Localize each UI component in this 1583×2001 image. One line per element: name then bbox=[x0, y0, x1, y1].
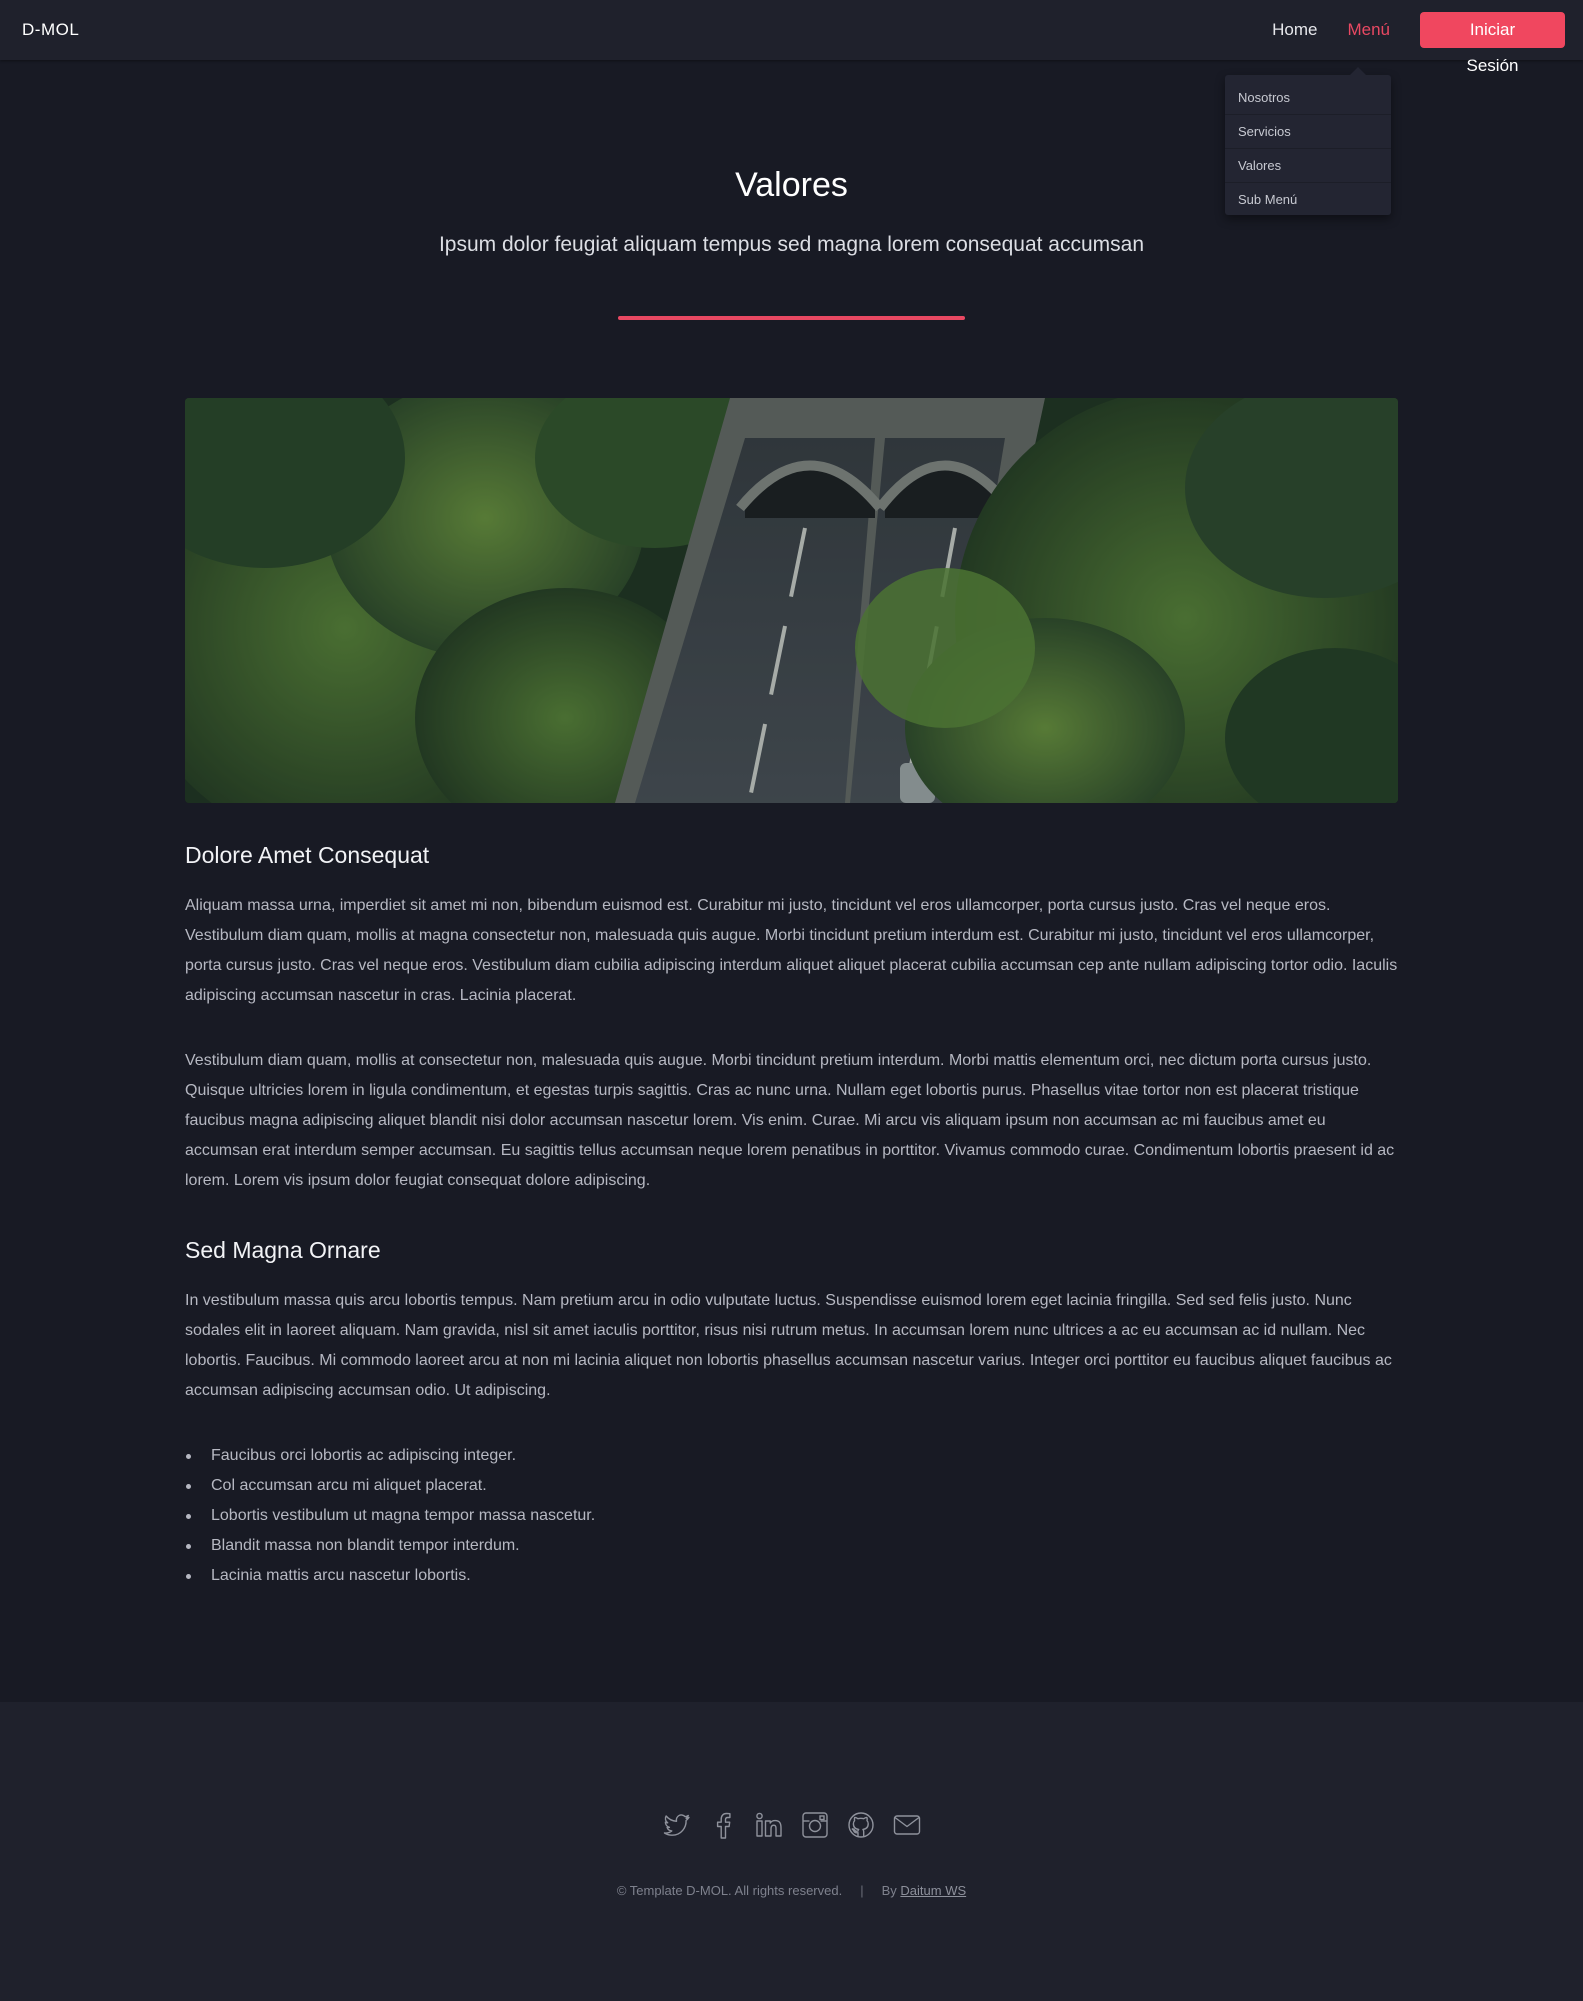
site-logo[interactable]: D-MOL bbox=[22, 0, 79, 60]
main-nav: Home Menú Iniciar Sesión bbox=[1272, 0, 1565, 75]
list-item: Blandit massa non blandit tempor interdu… bbox=[185, 1531, 1398, 1561]
nav-home-link[interactable]: Home bbox=[1272, 20, 1317, 40]
email-icon[interactable] bbox=[892, 1810, 922, 1840]
copyright-text: © Template D-MOL. All rights reserved. bbox=[616, 1883, 843, 1898]
dropdown-item-servicios[interactable]: Servicios bbox=[1225, 115, 1391, 149]
facebook-icon[interactable] bbox=[708, 1810, 738, 1840]
top-navbar: D-MOL Home Menú Iniciar Sesión bbox=[0, 0, 1583, 75]
by-label: By bbox=[881, 1883, 897, 1898]
github-icon[interactable] bbox=[846, 1810, 876, 1840]
twitter-icon[interactable] bbox=[662, 1810, 692, 1840]
list-item: Lacinia mattis arcu nascetur lobortis. bbox=[185, 1561, 1398, 1591]
banner-image bbox=[185, 398, 1398, 803]
login-button[interactable]: Iniciar Sesión bbox=[1420, 12, 1565, 75]
bullet-list: Faucibus orci lobortis ac adipiscing int… bbox=[185, 1441, 1398, 1591]
author-link[interactable]: Daitum WS bbox=[900, 1883, 966, 1898]
dropdown-item-nosotros[interactable]: Nosotros bbox=[1225, 81, 1391, 115]
footer: © Template D-MOL. All rights reserved. | B… bbox=[0, 1702, 1583, 2001]
accent-divider bbox=[618, 316, 965, 320]
page: D-MOL Home Menú Iniciar Sesión Nosotros … bbox=[0, 0, 1583, 2001]
section-title-2: Sed Magna Ornare bbox=[185, 1237, 381, 1263]
linkedin-icon[interactable] bbox=[754, 1810, 784, 1840]
paragraph-1: Aliquam massa urna, imperdiet sit amet m… bbox=[185, 897, 1398, 1004]
nav-menu-link[interactable]: Menú bbox=[1347, 20, 1390, 40]
section-title-1: Dolore Amet Consequat bbox=[185, 842, 430, 868]
copyright-line: © Template D-MOL. All rights reserved. | B… bbox=[0, 1883, 1583, 1898]
footer-separator: | bbox=[860, 1883, 864, 1898]
paragraph-2: Vestibulum diam quam, mollis at consecte… bbox=[185, 1052, 1395, 1189]
page-title: Valores bbox=[735, 166, 848, 204]
page-subtitle: Ipsum dolor feugiat aliquam tempus sed m… bbox=[438, 233, 1145, 256]
paragraph-3: In vestibulum massa quis arcu lobortis t… bbox=[185, 1292, 1392, 1399]
list-item: Lobortis vestibulum ut magna tempor mass… bbox=[185, 1501, 1398, 1531]
list-item: Faucibus orci lobortis ac adipiscing int… bbox=[185, 1441, 1398, 1471]
list-item: Col accumsan arcu mi aliquet placerat. bbox=[185, 1471, 1398, 1501]
instagram-icon[interactable] bbox=[800, 1810, 830, 1840]
main-content: Dolore Amet Consequat Aliquam massa urna… bbox=[185, 835, 1398, 1591]
social-links bbox=[0, 1810, 1583, 1840]
